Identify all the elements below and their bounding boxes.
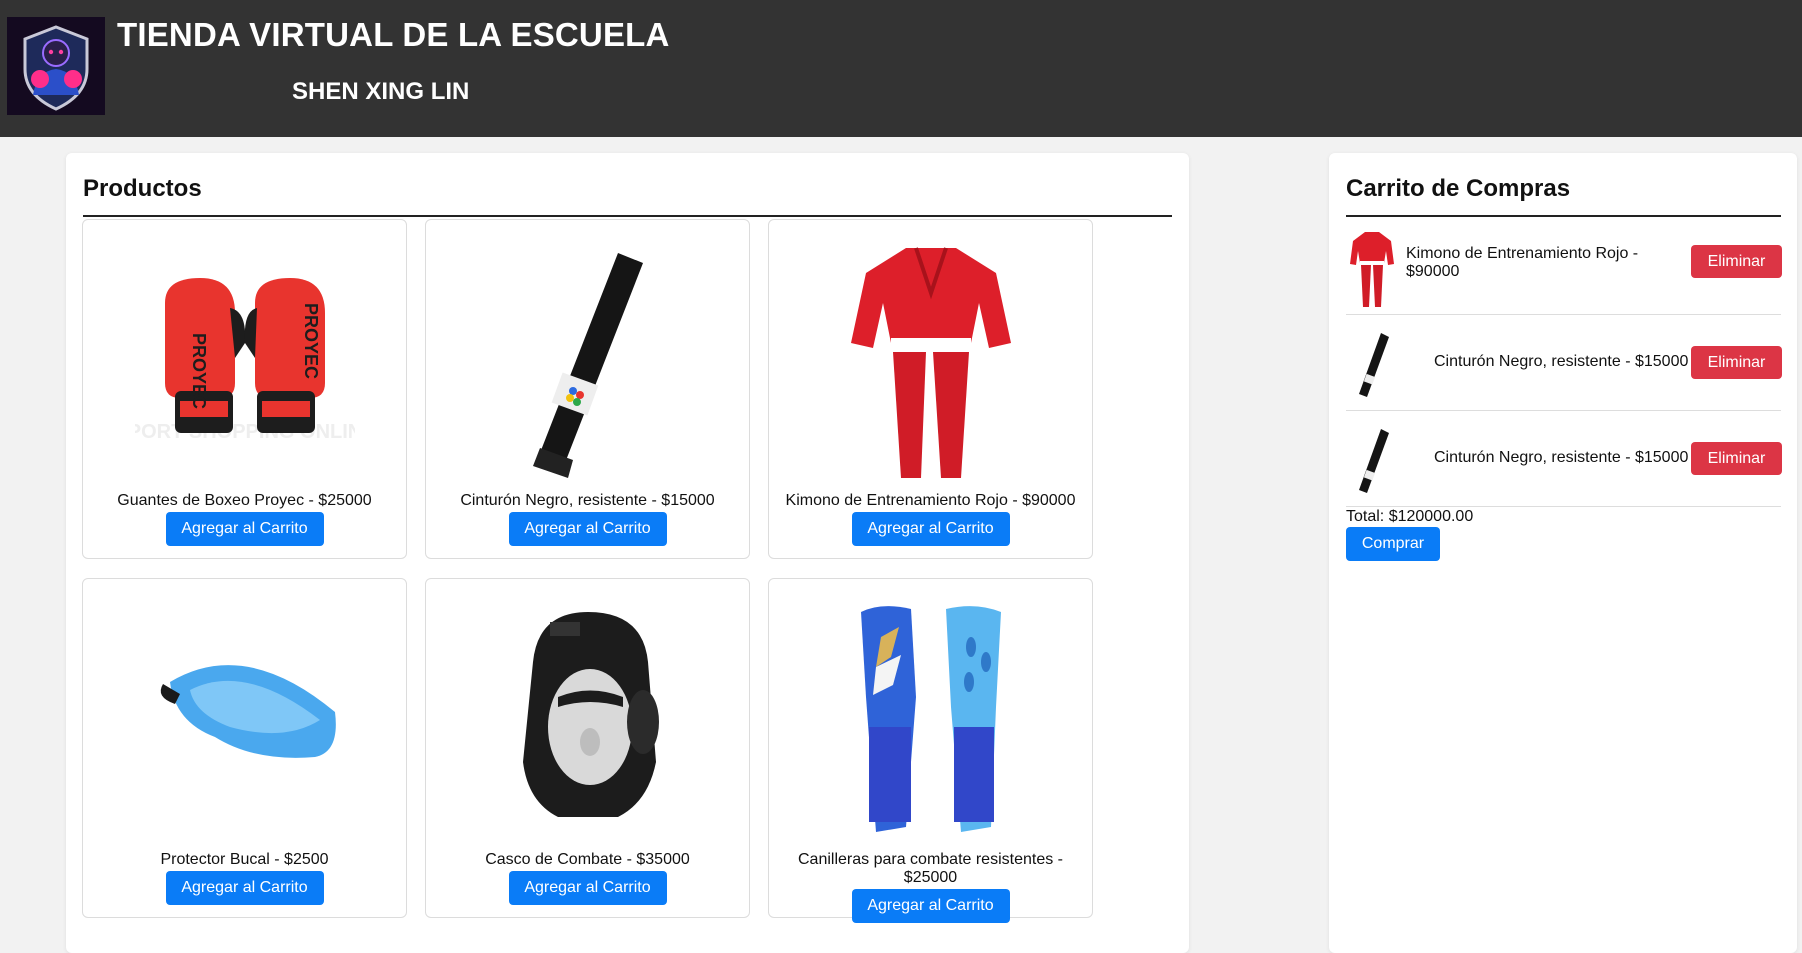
mouthguard-image bbox=[95, 589, 395, 854]
black-belt-image bbox=[438, 230, 738, 495]
product-card: Kimono de Entrenamiento Rojo - $90000 Ag… bbox=[768, 219, 1093, 559]
remove-item-button[interactable]: Eliminar bbox=[1691, 245, 1782, 278]
add-to-cart-button[interactable]: Agregar al Carrito bbox=[165, 871, 324, 905]
product-card: Cinturón Negro, resistente - $15000 Agre… bbox=[425, 219, 750, 559]
black-belt-thumbnail bbox=[1346, 325, 1398, 405]
product-label: Casco de Combate - $35000 bbox=[485, 851, 690, 868]
products-divider bbox=[83, 215, 1172, 217]
cart-item: Cinturón Negro, resistente - $15000 Elim… bbox=[1346, 411, 1782, 507]
cart-divider bbox=[1346, 215, 1781, 217]
site-subtitle: SHEN XING LIN bbox=[292, 78, 470, 105]
product-card: SPORT SHOPPING ONLINE PROYEC PROYEC Guan… bbox=[82, 219, 407, 559]
svg-text:SPORT SHOPPING ONLINE: SPORT SHOPPING ONLINE bbox=[135, 421, 355, 443]
site-title: TIENDA VIRTUAL DE LA ESCUELA bbox=[117, 16, 670, 53]
product-label: Protector Bucal - $2500 bbox=[160, 851, 329, 868]
product-label: Guantes de Boxeo Proyec - $25000 bbox=[117, 492, 372, 509]
cart-item-label: Cinturón Negro, resistente - $15000 bbox=[1434, 449, 1689, 466]
svg-text:PROYEC: PROYEC bbox=[189, 333, 209, 409]
add-to-cart-button[interactable]: Agregar al Carrito bbox=[508, 512, 667, 546]
add-to-cart-button[interactable]: Agregar al Carrito bbox=[851, 512, 1010, 546]
product-card: Canilleras para combate resistentes - $2… bbox=[768, 578, 1093, 923]
remove-item-button[interactable]: Eliminar bbox=[1691, 346, 1782, 379]
red-kimono-image bbox=[781, 230, 1081, 495]
cart-item-label: Cinturón Negro, resistente - $15000 bbox=[1434, 353, 1689, 370]
product-card: Casco de Combate - $35000 Agregar al Car… bbox=[425, 578, 750, 918]
remove-item-button[interactable]: Eliminar bbox=[1691, 442, 1782, 475]
cart-item: Cinturón Negro, resistente - $15000 Elim… bbox=[1346, 315, 1782, 411]
add-to-cart-button[interactable]: Agregar al Carrito bbox=[165, 512, 324, 546]
product-label: Kimono de Entrenamiento Rojo - $90000 bbox=[785, 492, 1076, 509]
black-belt-thumbnail bbox=[1346, 421, 1398, 501]
products-heading: Productos bbox=[83, 175, 202, 202]
add-to-cart-button[interactable]: Agregar al Carrito bbox=[508, 871, 667, 905]
add-to-cart-button[interactable]: Agregar al Carrito bbox=[851, 889, 1010, 923]
site-header: TIENDA VIRTUAL DE LA ESCUELA SHEN XING L… bbox=[0, 0, 1802, 137]
cart-item: Kimono de Entrenamiento Rojo - $90000 El… bbox=[1346, 219, 1782, 315]
products-panel: Productos SPORT SHOPPING ONLINE PROYEC P… bbox=[66, 153, 1189, 953]
school-logo bbox=[7, 17, 105, 115]
combat-helmet-image bbox=[438, 589, 738, 854]
product-label: Canilleras para combate resistentes - $2… bbox=[797, 851, 1063, 886]
product-label: Cinturón Negro, resistente - $15000 bbox=[460, 492, 715, 509]
cart-item-label: Kimono de Entrenamiento Rojo - $90000 bbox=[1406, 245, 1639, 280]
boxing-gloves-image: SPORT SHOPPING ONLINE PROYEC PROYEC bbox=[95, 230, 395, 495]
svg-text:PROYEC: PROYEC bbox=[301, 303, 321, 379]
buy-button[interactable]: Comprar bbox=[1346, 527, 1440, 561]
cart-panel: Carrito de Compras Kimono de Entrenamien… bbox=[1329, 153, 1797, 953]
red-kimono-thumbnail bbox=[1346, 229, 1398, 309]
cart-total: Total: $120000.00 bbox=[1346, 508, 1474, 525]
product-card: Protector Bucal - $2500 Agregar al Carri… bbox=[82, 578, 407, 918]
cart-heading: Carrito de Compras bbox=[1346, 175, 1571, 202]
shin-guards-image bbox=[781, 589, 1081, 854]
